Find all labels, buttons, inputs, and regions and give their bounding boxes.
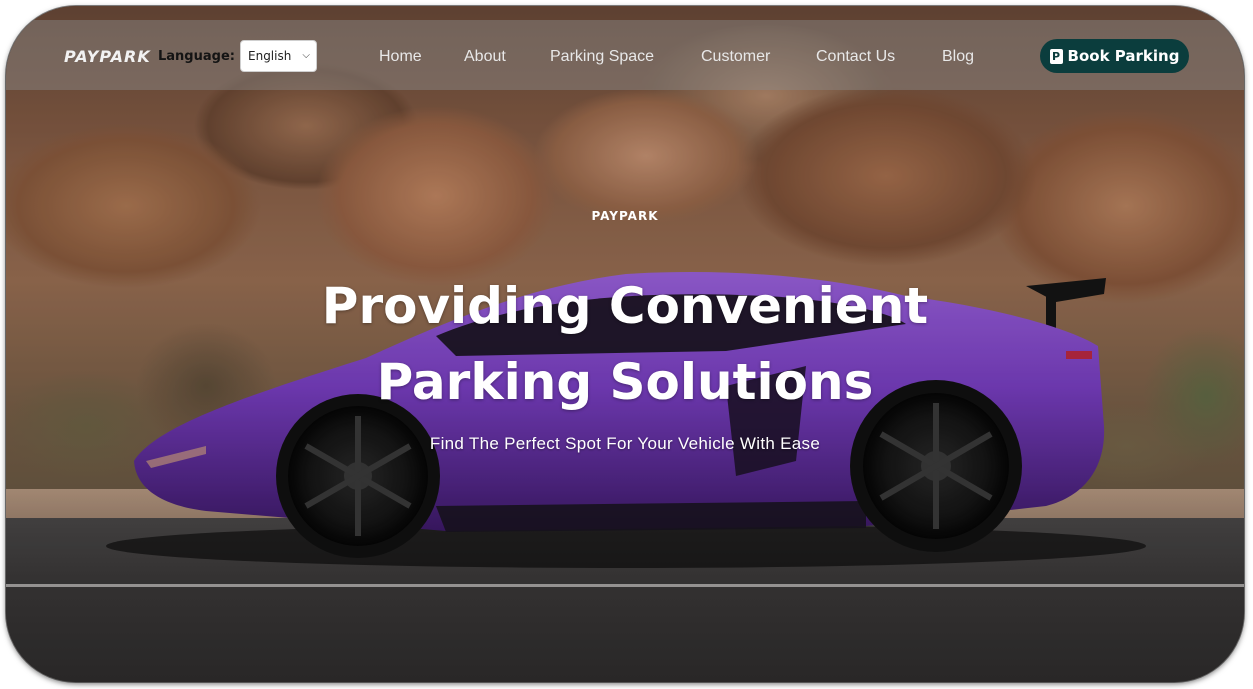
nav-item-about[interactable]: About [464,48,506,66]
nav-item-customer[interactable]: Customer [701,48,770,66]
hero-title-line-2: Parking Solutions [376,353,874,411]
browser-frame: PAYPARK Language: English ⌵ Home About P… [6,6,1244,682]
nav-item-contact-us[interactable]: Contact Us [816,48,895,66]
hero-subtitle: Find The Perfect Spot For Your Vehicle W… [429,434,821,453]
hero-title-line-1: Providing Convenient [321,277,929,335]
book-parking-label: Book Parking [1067,47,1180,65]
hero-eyebrow: PAYPARK [591,209,659,223]
parking-icon: P [1049,48,1063,64]
book-parking-button[interactable]: P Book Parking [1040,39,1189,73]
nav-item-parking-space[interactable]: Parking Space [550,48,654,66]
language-select[interactable]: English ⌵ [240,40,317,72]
nav-item-blog[interactable]: Blog [942,48,974,66]
language-select-value: English [248,49,292,63]
nav-item-home[interactable]: Home [379,48,422,66]
top-navbar: PAYPARK Language: English ⌵ Home About P… [6,20,1244,90]
brand-logo[interactable]: PAYPARK [64,47,151,66]
chevron-down-icon: ⌵ [302,50,310,61]
hero-title: Providing Convenient Parking Solutions [6,268,1244,420]
language-label: Language: [158,49,235,64]
